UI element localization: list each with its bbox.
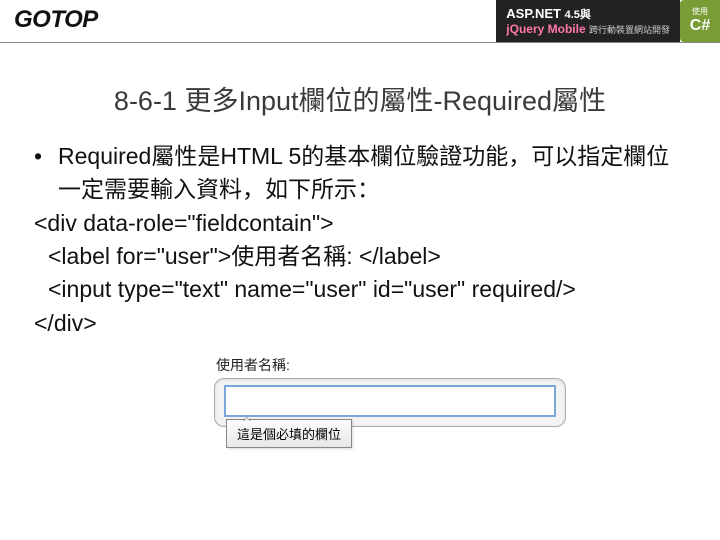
demo-text-input[interactable]	[225, 386, 555, 416]
csharp-badge: 使用 C#	[680, 0, 720, 42]
aspnet-version: 4.5與	[565, 9, 591, 21]
jquery-mobile-text: jQuery Mobile	[506, 22, 585, 36]
csharp-text: C#	[690, 17, 710, 35]
code-line-1: <div data-role="fieldcontain">	[34, 207, 686, 240]
code-line-3: <input type="text" name="user" id="user"…	[34, 273, 686, 306]
use-label: 使用	[692, 8, 708, 17]
demo-field-label: 使用者名稱:	[216, 355, 566, 375]
header: GOTOP ASP.NET 4.5與 jQuery Mobile 跨行動裝置網站…	[0, 0, 720, 43]
bullet-item: • Required屬性是HTML 5的基本欄位驗證功能，可以指定欄位一定需要輸…	[34, 140, 686, 207]
aspnet-badge: ASP.NET 4.5與 jQuery Mobile 跨行動裝置網站開發	[496, 0, 680, 42]
code-line-4: </div>	[34, 307, 686, 340]
bullet-text: Required屬性是HTML 5的基本欄位驗證功能，可以指定欄位一定需要輸入資…	[58, 140, 686, 207]
slide-title: 8-6-1 更多Input欄位的屬性-Required屬性	[0, 79, 720, 118]
validation-tooltip: 這是個必填的欄位	[226, 419, 352, 448]
demo-screenshot: 使用者名稱: 這是個必填的欄位	[214, 355, 566, 427]
code-line-2: <label for="user">使用者名稱: </label>	[34, 240, 686, 273]
aspnet-text: ASP.NET	[506, 6, 561, 21]
tech-badges: ASP.NET 4.5與 jQuery Mobile 跨行動裝置網站開發 使用 …	[496, 0, 720, 42]
bullet-marker: •	[34, 140, 58, 207]
slide-content: • Required屬性是HTML 5的基本欄位驗證功能，可以指定欄位一定需要輸…	[0, 140, 720, 340]
tagline-text: 跨行動裝置網站開發	[589, 25, 670, 35]
brand-logo: GOTOP	[14, 6, 98, 34]
